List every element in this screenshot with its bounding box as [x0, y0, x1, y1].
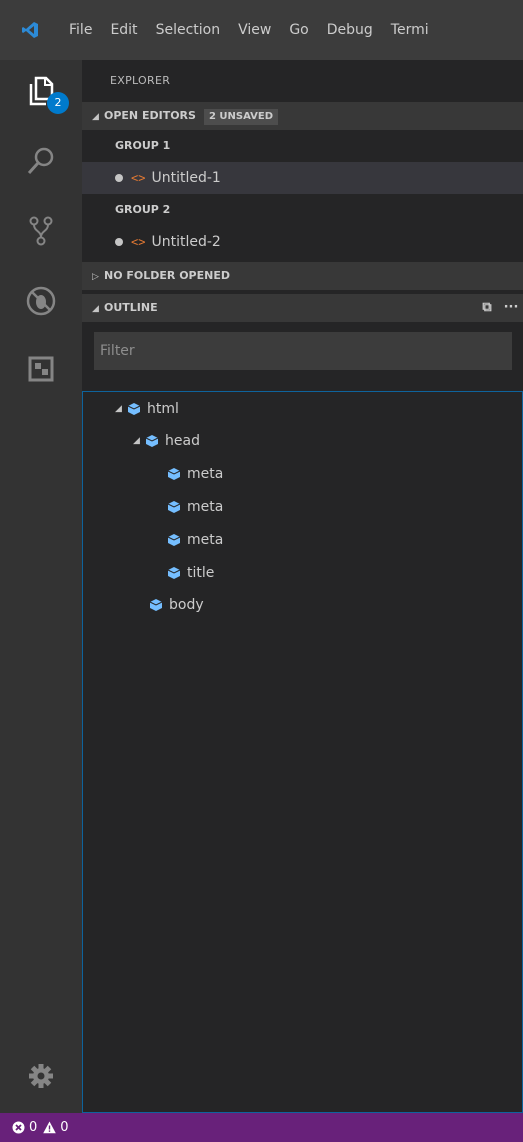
outline-node-label: body — [169, 597, 204, 613]
error-count: 0 — [29, 1120, 38, 1135]
menu-bar: File Edit Selection View Go Debug Termi — [60, 0, 438, 60]
open-editors-header[interactable]: ◢ OPEN EDITORS 2 UNSAVED — [82, 102, 523, 130]
unsaved-dot-icon[interactable] — [115, 174, 123, 182]
explorer-badge: 2 — [47, 92, 69, 114]
symbol-element-icon — [167, 501, 181, 513]
outline-node-meta[interactable]: meta — [167, 491, 223, 523]
search-activity-button[interactable] — [0, 130, 82, 192]
open-editor-untitled-1[interactable]: <> Untitled-1 — [82, 162, 523, 194]
menu-selection[interactable]: Selection — [147, 0, 230, 60]
more-actions-icon[interactable]: ··· — [499, 294, 523, 322]
problems-status[interactable]: 0 0 — [12, 1120, 69, 1135]
open-editor-label: Untitled-1 — [151, 170, 221, 186]
outline-node-label: title — [187, 565, 215, 581]
expanded-chevron-icon: ◢ — [133, 436, 140, 446]
group-1-label: GROUP 1 — [115, 139, 171, 152]
no-folder-header[interactable]: ▷ NO FOLDER OPENED — [82, 262, 523, 290]
symbol-element-icon — [149, 599, 163, 611]
file-code-icon: <> — [131, 171, 146, 185]
symbol-element-icon — [167, 468, 181, 480]
manage-activity-button[interactable] — [0, 1045, 82, 1107]
outline-node-label: head — [165, 433, 200, 449]
debug-icon — [26, 286, 56, 316]
outline-tree: ◢ html ◢ head meta meta meta title body — [82, 391, 523, 1113]
open-editor-untitled-2[interactable]: <> Untitled-2 — [82, 226, 523, 258]
vscode-logo-icon — [0, 0, 60, 60]
outline-actions: ⧉ ··· — [475, 294, 523, 322]
menu-edit[interactable]: Edit — [101, 0, 146, 60]
outline-node-meta[interactable]: meta — [167, 524, 223, 556]
error-icon — [12, 1121, 25, 1134]
search-icon — [27, 147, 54, 175]
outline-node-head[interactable]: ◢ head — [133, 425, 200, 457]
outline-header[interactable]: ◢ OUTLINE ⧉ ··· — [82, 294, 523, 322]
unsaved-badge: 2 UNSAVED — [203, 109, 279, 125]
symbol-element-icon — [167, 567, 181, 579]
extensions-activity-button[interactable] — [0, 338, 82, 400]
collapsed-chevron-icon: ▷ — [92, 272, 99, 282]
no-folder-label: NO FOLDER OPENED — [104, 269, 230, 282]
status-bar: 0 0 — [0, 1113, 523, 1142]
warning-icon — [43, 1121, 57, 1134]
sidebar-title: EXPLORER — [110, 74, 171, 87]
unsaved-dot-icon[interactable] — [115, 238, 123, 246]
menu-go[interactable]: Go — [280, 0, 317, 60]
symbol-element-icon — [127, 403, 141, 415]
title-bar: File Edit Selection View Go Debug Termi — [0, 0, 523, 60]
activity-bar: 2 — [0, 60, 82, 1113]
outline-node-body[interactable]: body — [149, 589, 204, 621]
outline-node-label: meta — [187, 466, 224, 482]
open-editors-label: OPEN EDITORS — [104, 109, 196, 122]
outline-filter-container — [82, 322, 523, 379]
outline-node-meta[interactable]: meta — [167, 458, 223, 490]
explorer-sidebar: EXPLORER ◢ OPEN EDITORS 2 UNSAVED GROUP 1 … — [82, 60, 523, 1113]
expanded-chevron-icon: ◢ — [92, 304, 99, 314]
explorer-activity-button[interactable]: 2 — [0, 60, 82, 122]
outline-filter-input[interactable] — [94, 331, 512, 370]
warning-count: 0 — [60, 1120, 69, 1135]
source-control-icon — [29, 216, 53, 246]
debug-activity-button[interactable] — [0, 270, 82, 332]
symbol-element-icon — [145, 435, 159, 447]
expanded-chevron-icon: ◢ — [92, 112, 99, 122]
collapse-all-icon[interactable]: ⧉ — [475, 294, 499, 322]
outline-node-title[interactable]: title — [167, 557, 214, 589]
menu-file[interactable]: File — [60, 0, 101, 60]
symbol-element-icon — [167, 534, 181, 546]
menu-terminal[interactable]: Termi — [382, 0, 438, 60]
source-control-activity-button[interactable] — [0, 200, 82, 262]
outline-node-label: meta — [187, 499, 224, 515]
menu-debug[interactable]: Debug — [318, 0, 382, 60]
menu-view[interactable]: View — [229, 0, 280, 60]
expanded-chevron-icon: ◢ — [115, 404, 122, 414]
outline-node-html[interactable]: ◢ html — [115, 393, 179, 425]
open-editor-label: Untitled-2 — [151, 234, 221, 250]
extensions-icon — [28, 356, 54, 382]
gear-icon — [29, 1064, 53, 1088]
outline-node-label: meta — [187, 532, 224, 548]
group-2-label: GROUP 2 — [115, 203, 171, 216]
file-code-icon: <> — [131, 235, 146, 249]
outline-node-label: html — [147, 401, 179, 417]
outline-label: OUTLINE — [104, 301, 158, 314]
